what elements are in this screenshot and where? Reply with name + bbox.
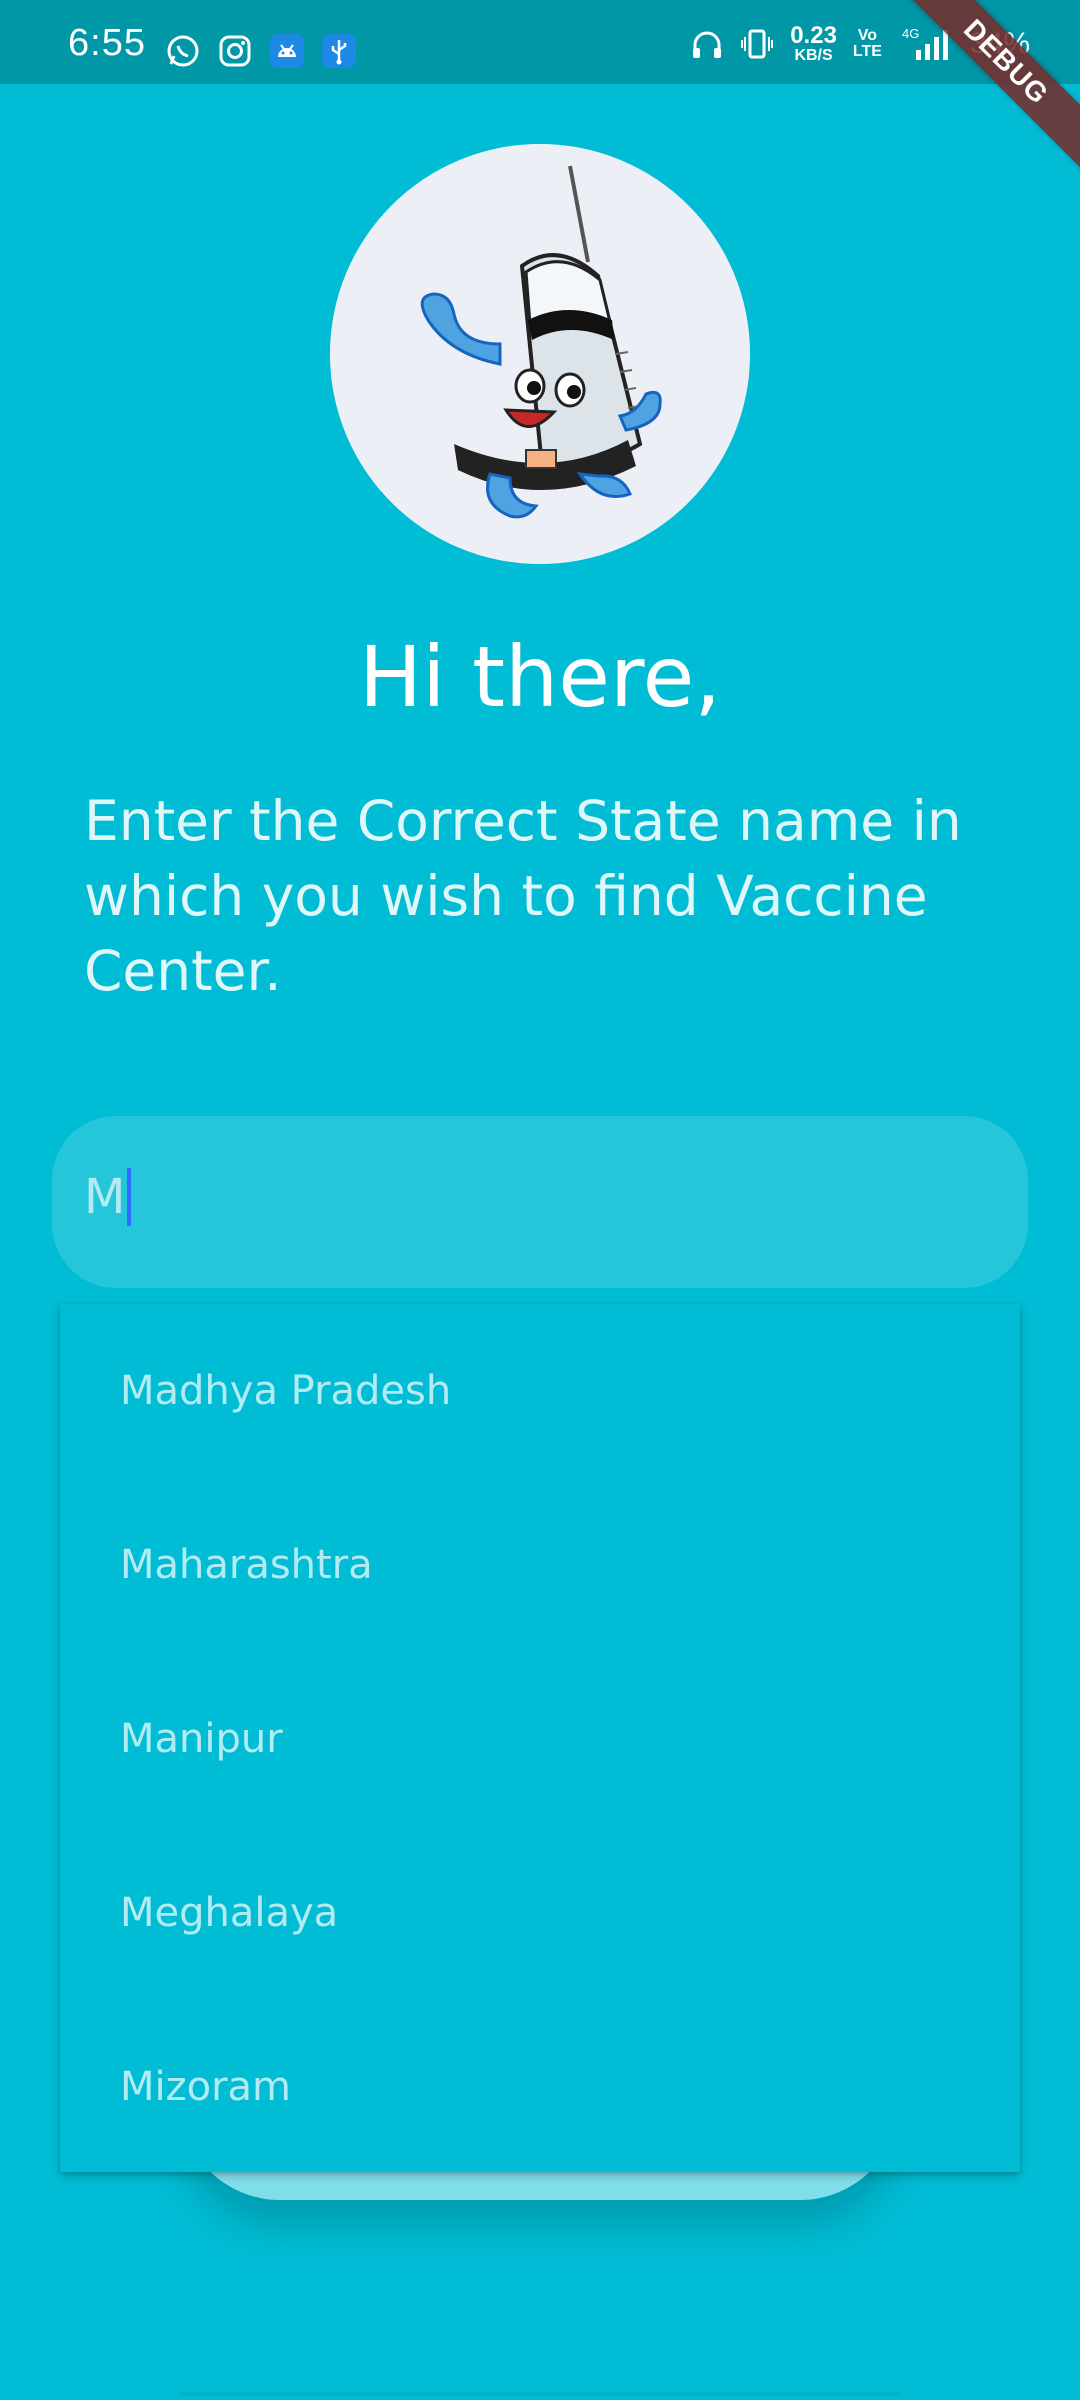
network-speed: 0.23 KB/S [790,22,837,64]
suggestion-item[interactable]: Maharashtra [60,1478,1020,1652]
suggestion-label: Manipur [120,1716,283,1762]
notification-icons [166,34,356,68]
text-caret [127,1168,132,1226]
state-search-input[interactable] [52,1116,1028,1288]
volte-indicator: Vo LTE [852,27,882,60]
suggestion-label: Meghalaya [120,1890,339,1936]
greeting-title: Hi there, [358,628,722,726]
suggestion-item[interactable]: Mizoram [60,2000,1020,2174]
home-indicator [180,2392,900,2396]
vaccine-mascot-avatar [330,144,750,564]
android-debug-icon [270,34,304,68]
vibrate-icon [740,27,774,61]
state-suggestions-dropdown: Madhya Pradesh Maharashtra Manipur Megha… [60,1304,1020,2172]
instagram-icon [218,34,252,68]
usb-icon [322,34,356,68]
app-screen: 6:55 0.23 KB/S Vo LTE 4G DEBUG Hi there,… [0,0,1080,2400]
suggestion-label: Madhya Pradesh [120,1368,452,1414]
status-time: 6:55 [68,22,146,64]
suggestion-label: Maharashtra [120,1542,373,1588]
state-search-value[interactable]: M [84,1169,125,1225]
svg-text:4G: 4G [902,26,919,41]
headphones-icon [690,27,724,61]
suggestion-item[interactable]: Meghalaya [60,1826,1020,2000]
instruction-text: Enter the Correct State name in which yo… [84,789,962,1003]
suggestion-item[interactable]: Manipur [60,1652,1020,1826]
status-bar: 6:55 0.23 KB/S Vo LTE 4G [0,0,1080,84]
syringe-mascot-icon [330,144,750,564]
state-search-value-container[interactable]: M [84,1168,132,1226]
suggestion-label: Mizoram [120,2064,292,2110]
whatsapp-icon [166,34,200,68]
suggestion-item[interactable]: Madhya Pradesh [60,1304,1020,1478]
